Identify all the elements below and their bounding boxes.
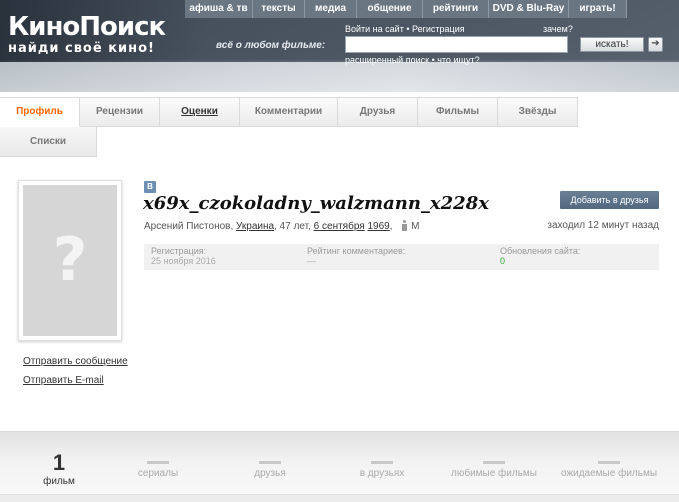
search-input[interactable] — [345, 36, 568, 53]
nav-community[interactable]: общение — [357, 0, 423, 18]
counter-label: сериалы — [137, 468, 179, 479]
search-label: всё о любом фильме: — [216, 40, 326, 51]
counter-friends: друзья — [225, 450, 315, 479]
stat-label: Регистрация: — [151, 246, 207, 256]
login-link[interactable]: Войти на сайт — [345, 24, 404, 34]
nav-afisha[interactable]: афиша & тв — [185, 0, 253, 18]
tab-profile[interactable]: Профиль — [0, 97, 80, 127]
advanced-search-links: расширенный поиск • что ищут? — [345, 55, 480, 65]
counter-label: любимые фильмы — [451, 468, 537, 479]
stat-value: 25 ноября 2016 — [151, 256, 216, 266]
site-logo[interactable]: КиноПоиск найди своё кино! — [8, 12, 166, 56]
tab-reviews[interactable]: Рецензии — [80, 97, 160, 127]
nav-texts[interactable]: тексты — [253, 0, 305, 18]
header-background — [0, 60, 679, 92]
real-name: Арсений Пистонов, — [144, 221, 234, 232]
logo-name: КиноПоиск — [8, 12, 166, 42]
footer-edge — [0, 494, 679, 502]
top-navigation: афиша & тв тексты медиа общение рейтинги… — [185, 0, 627, 18]
counter-in-friends: в друзьях — [337, 450, 427, 479]
advanced-search-link[interactable]: расширенный поиск — [345, 55, 429, 65]
nav-media[interactable]: медиа — [305, 0, 357, 18]
birthday-link[interactable]: 6 сентября — [314, 221, 365, 232]
country-link[interactable]: Украина — [236, 221, 274, 232]
tab-friends[interactable]: Друзья — [338, 97, 418, 127]
tab-comments[interactable]: Комментарии — [240, 97, 338, 127]
birth-year-link[interactable]: 1969 — [367, 221, 389, 232]
profile-tabs: Профиль Рецензии Оценки Комментарии Друз… — [0, 97, 578, 127]
last-seen: заходил 12 минут назад — [547, 220, 659, 231]
empty-dash — [371, 461, 393, 464]
counter-label: фильм — [43, 476, 75, 487]
send-message-link[interactable]: Отправить сообщение — [23, 356, 128, 367]
stat-value[interactable]: 0 — [500, 256, 580, 267]
person-icon — [401, 220, 408, 231]
user-nickname: x69x_czokoladny_walzmann_x228x — [143, 193, 489, 214]
counter-awaited-films: ожидаемые фильмы — [561, 450, 657, 479]
tab-ratings-label: Оценки — [181, 106, 218, 117]
register-link[interactable]: Регистрация — [412, 24, 465, 34]
what-searched-link[interactable]: что ищут? — [437, 55, 479, 65]
stat-site-updates: Обновления сайта: 0 — [500, 246, 580, 267]
login-links: Войти на сайт • Регистрация — [345, 24, 465, 34]
empty-dash — [259, 461, 281, 464]
stat-label: Обновления сайта: — [500, 246, 581, 256]
counter-label: друзья — [254, 468, 286, 479]
stat-registration: Регистрация: 25 ноября 2016 — [151, 246, 216, 267]
tab-ratings[interactable]: Оценки — [160, 97, 240, 127]
avatar: ? — [18, 180, 122, 341]
search-button[interactable]: искать! — [580, 37, 644, 52]
user-stats: Регистрация: 25 ноября 2016 Рейтинг комм… — [144, 244, 659, 270]
nav-dvd-bluray[interactable]: DVD & Blu-Ray — [489, 0, 569, 18]
site-header: КиноПоиск найди своё кино! афиша & тв те… — [0, 0, 679, 92]
empty-dash — [483, 461, 505, 464]
tab-lists[interactable]: Списки — [0, 127, 97, 157]
add-friend-button[interactable]: Добавить в друзья — [560, 191, 659, 209]
send-email-link[interactable]: Отправить E-mail — [23, 375, 104, 386]
avatar-placeholder: ? — [23, 185, 117, 336]
stat-value: — — [307, 256, 316, 266]
profile-tabs-row2: Списки — [0, 127, 97, 157]
counter-series: сериалы — [113, 450, 203, 479]
tab-films[interactable]: Фильмы — [418, 97, 498, 127]
counter-value: 1 — [52, 450, 66, 475]
counter-label: ожидаемые фильмы — [561, 468, 658, 479]
counter-label: в друзьях — [359, 468, 405, 479]
empty-dash — [147, 461, 169, 464]
counter-favorite-films: любимые фильмы — [449, 450, 539, 479]
stat-label: Рейтинг комментариев: — [307, 246, 406, 256]
profile-counters: 1 фильм сериалы друзья в друзьях любимые… — [0, 431, 679, 502]
nav-ratings[interactable]: рейтинги — [423, 0, 489, 18]
vk-icon[interactable]: В — [144, 181, 156, 193]
user-info: Арсений Пистонов, Украина, 47 лет, 6 сен… — [144, 220, 420, 232]
empty-dash — [598, 461, 620, 464]
counter-films[interactable]: 1 фильм — [14, 450, 104, 487]
tab-stars[interactable]: Звёзды — [498, 97, 578, 127]
gender: М — [411, 221, 420, 232]
stat-comment-rating: Рейтинг комментариев: — — [307, 246, 405, 267]
why-link[interactable]: зачем? — [543, 24, 573, 34]
question-mark-icon: ? — [52, 225, 88, 295]
logo-tagline: найди своё кино! — [8, 41, 155, 56]
age: , 47 лет, — [274, 221, 311, 232]
nav-play[interactable]: играть! — [569, 0, 627, 18]
arrow-right-icon[interactable]: ➔ — [648, 37, 663, 52]
